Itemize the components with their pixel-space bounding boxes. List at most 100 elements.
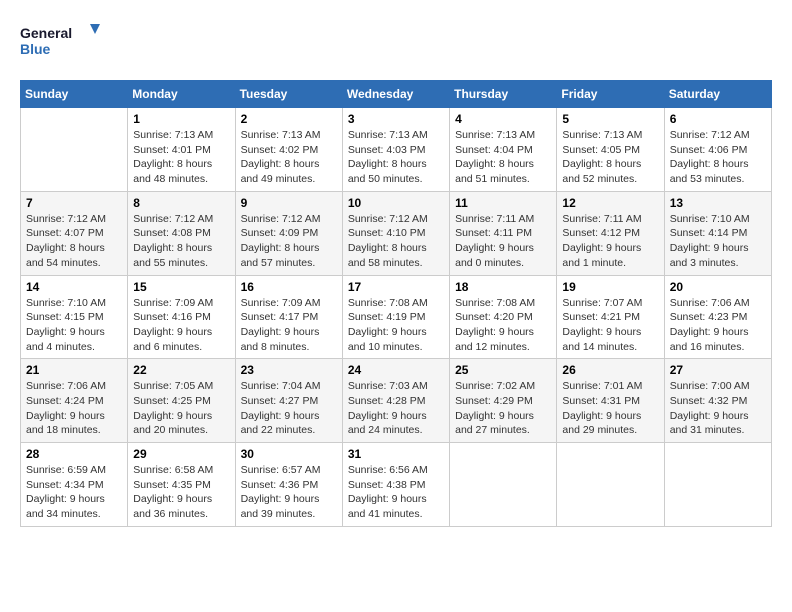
day-number: 28 <box>26 447 122 461</box>
calendar-cell: 11 Sunrise: 7:11 AM Sunset: 4:11 PM Dayl… <box>450 191 557 275</box>
day-number: 1 <box>133 112 229 126</box>
daylight-text: Daylight: 9 hours and 16 minutes. <box>670 325 766 354</box>
sunrise-text: Sunrise: 7:09 AM <box>241 296 337 311</box>
day-number: 26 <box>562 363 658 377</box>
calendar-cell: 6 Sunrise: 7:12 AM Sunset: 4:06 PM Dayli… <box>664 108 771 192</box>
day-number: 11 <box>455 196 551 210</box>
day-info: Sunrise: 7:10 AM Sunset: 4:15 PM Dayligh… <box>26 296 122 355</box>
sunrise-text: Sunrise: 7:12 AM <box>241 212 337 227</box>
sunset-text: Sunset: 4:15 PM <box>26 310 122 325</box>
sunset-text: Sunset: 4:29 PM <box>455 394 551 409</box>
daylight-text: Daylight: 9 hours and 0 minutes. <box>455 241 551 270</box>
day-info: Sunrise: 7:09 AM Sunset: 4:17 PM Dayligh… <box>241 296 337 355</box>
sunrise-text: Sunrise: 7:07 AM <box>562 296 658 311</box>
day-number: 31 <box>348 447 444 461</box>
daylight-text: Daylight: 8 hours and 48 minutes. <box>133 157 229 186</box>
sunrise-text: Sunrise: 7:13 AM <box>241 128 337 143</box>
calendar-cell: 27 Sunrise: 7:00 AM Sunset: 4:32 PM Dayl… <box>664 359 771 443</box>
day-info: Sunrise: 7:13 AM Sunset: 4:03 PM Dayligh… <box>348 128 444 187</box>
calendar-cell: 22 Sunrise: 7:05 AM Sunset: 4:25 PM Dayl… <box>128 359 235 443</box>
sunrise-text: Sunrise: 7:13 AM <box>562 128 658 143</box>
sunrise-text: Sunrise: 7:11 AM <box>455 212 551 227</box>
calendar-table: SundayMondayTuesdayWednesdayThursdayFrid… <box>20 80 772 527</box>
calendar-cell <box>664 443 771 527</box>
day-info: Sunrise: 7:13 AM Sunset: 4:02 PM Dayligh… <box>241 128 337 187</box>
day-number: 23 <box>241 363 337 377</box>
day-header-saturday: Saturday <box>664 81 771 108</box>
day-info: Sunrise: 7:06 AM Sunset: 4:24 PM Dayligh… <box>26 379 122 438</box>
calendar-cell: 9 Sunrise: 7:12 AM Sunset: 4:09 PM Dayli… <box>235 191 342 275</box>
day-info: Sunrise: 7:13 AM Sunset: 4:04 PM Dayligh… <box>455 128 551 187</box>
sunrise-text: Sunrise: 7:09 AM <box>133 296 229 311</box>
sunset-text: Sunset: 4:25 PM <box>133 394 229 409</box>
day-number: 15 <box>133 280 229 294</box>
calendar-cell: 1 Sunrise: 7:13 AM Sunset: 4:01 PM Dayli… <box>128 108 235 192</box>
day-number: 10 <box>348 196 444 210</box>
sunrise-text: Sunrise: 7:05 AM <box>133 379 229 394</box>
day-info: Sunrise: 7:04 AM Sunset: 4:27 PM Dayligh… <box>241 379 337 438</box>
daylight-text: Daylight: 9 hours and 4 minutes. <box>26 325 122 354</box>
day-info: Sunrise: 7:11 AM Sunset: 4:12 PM Dayligh… <box>562 212 658 271</box>
sunset-text: Sunset: 4:12 PM <box>562 226 658 241</box>
daylight-text: Daylight: 9 hours and 8 minutes. <box>241 325 337 354</box>
sunset-text: Sunset: 4:06 PM <box>670 143 766 158</box>
day-info: Sunrise: 6:57 AM Sunset: 4:36 PM Dayligh… <box>241 463 337 522</box>
day-number: 20 <box>670 280 766 294</box>
daylight-text: Daylight: 8 hours and 58 minutes. <box>348 241 444 270</box>
day-number: 29 <box>133 447 229 461</box>
sunset-text: Sunset: 4:38 PM <box>348 478 444 493</box>
week-row-5: 28 Sunrise: 6:59 AM Sunset: 4:34 PM Dayl… <box>21 443 772 527</box>
day-info: Sunrise: 7:02 AM Sunset: 4:29 PM Dayligh… <box>455 379 551 438</box>
sunset-text: Sunset: 4:17 PM <box>241 310 337 325</box>
week-row-3: 14 Sunrise: 7:10 AM Sunset: 4:15 PM Dayl… <box>21 275 772 359</box>
daylight-text: Daylight: 9 hours and 31 minutes. <box>670 409 766 438</box>
day-info: Sunrise: 7:13 AM Sunset: 4:01 PM Dayligh… <box>133 128 229 187</box>
calendar-cell: 12 Sunrise: 7:11 AM Sunset: 4:12 PM Dayl… <box>557 191 664 275</box>
day-number: 13 <box>670 196 766 210</box>
sunrise-text: Sunrise: 7:13 AM <box>348 128 444 143</box>
daylight-text: Daylight: 9 hours and 36 minutes. <box>133 492 229 521</box>
header: General Blue <box>20 20 772 64</box>
calendar-cell: 8 Sunrise: 7:12 AM Sunset: 4:08 PM Dayli… <box>128 191 235 275</box>
calendar-cell: 5 Sunrise: 7:13 AM Sunset: 4:05 PM Dayli… <box>557 108 664 192</box>
daylight-text: Daylight: 8 hours and 54 minutes. <box>26 241 122 270</box>
sunrise-text: Sunrise: 7:12 AM <box>133 212 229 227</box>
daylight-text: Daylight: 9 hours and 6 minutes. <box>133 325 229 354</box>
calendar-cell: 31 Sunrise: 6:56 AM Sunset: 4:38 PM Dayl… <box>342 443 449 527</box>
sunset-text: Sunset: 4:01 PM <box>133 143 229 158</box>
day-info: Sunrise: 6:59 AM Sunset: 4:34 PM Dayligh… <box>26 463 122 522</box>
sunset-text: Sunset: 4:34 PM <box>26 478 122 493</box>
sunrise-text: Sunrise: 7:06 AM <box>26 379 122 394</box>
day-info: Sunrise: 6:56 AM Sunset: 4:38 PM Dayligh… <box>348 463 444 522</box>
sunrise-text: Sunrise: 7:02 AM <box>455 379 551 394</box>
svg-text:General: General <box>20 25 72 41</box>
day-info: Sunrise: 7:08 AM Sunset: 4:19 PM Dayligh… <box>348 296 444 355</box>
sunrise-text: Sunrise: 7:04 AM <box>241 379 337 394</box>
day-number: 21 <box>26 363 122 377</box>
sunrise-text: Sunrise: 6:56 AM <box>348 463 444 478</box>
sunset-text: Sunset: 4:36 PM <box>241 478 337 493</box>
sunrise-text: Sunrise: 7:08 AM <box>348 296 444 311</box>
day-number: 6 <box>670 112 766 126</box>
day-number: 12 <box>562 196 658 210</box>
calendar-cell: 2 Sunrise: 7:13 AM Sunset: 4:02 PM Dayli… <box>235 108 342 192</box>
daylight-text: Daylight: 9 hours and 24 minutes. <box>348 409 444 438</box>
sunrise-text: Sunrise: 7:10 AM <box>26 296 122 311</box>
day-info: Sunrise: 7:05 AM Sunset: 4:25 PM Dayligh… <box>133 379 229 438</box>
sunrise-text: Sunrise: 7:12 AM <box>670 128 766 143</box>
day-header-monday: Monday <box>128 81 235 108</box>
sunrise-text: Sunrise: 6:58 AM <box>133 463 229 478</box>
day-info: Sunrise: 7:10 AM Sunset: 4:14 PM Dayligh… <box>670 212 766 271</box>
day-number: 4 <box>455 112 551 126</box>
day-number: 16 <box>241 280 337 294</box>
calendar-cell <box>450 443 557 527</box>
day-info: Sunrise: 6:58 AM Sunset: 4:35 PM Dayligh… <box>133 463 229 522</box>
day-info: Sunrise: 7:09 AM Sunset: 4:16 PM Dayligh… <box>133 296 229 355</box>
calendar-cell: 7 Sunrise: 7:12 AM Sunset: 4:07 PM Dayli… <box>21 191 128 275</box>
day-header-friday: Friday <box>557 81 664 108</box>
calendar-cell: 10 Sunrise: 7:12 AM Sunset: 4:10 PM Dayl… <box>342 191 449 275</box>
day-number: 17 <box>348 280 444 294</box>
calendar-cell: 30 Sunrise: 6:57 AM Sunset: 4:36 PM Dayl… <box>235 443 342 527</box>
sunrise-text: Sunrise: 6:57 AM <box>241 463 337 478</box>
day-info: Sunrise: 7:01 AM Sunset: 4:31 PM Dayligh… <box>562 379 658 438</box>
